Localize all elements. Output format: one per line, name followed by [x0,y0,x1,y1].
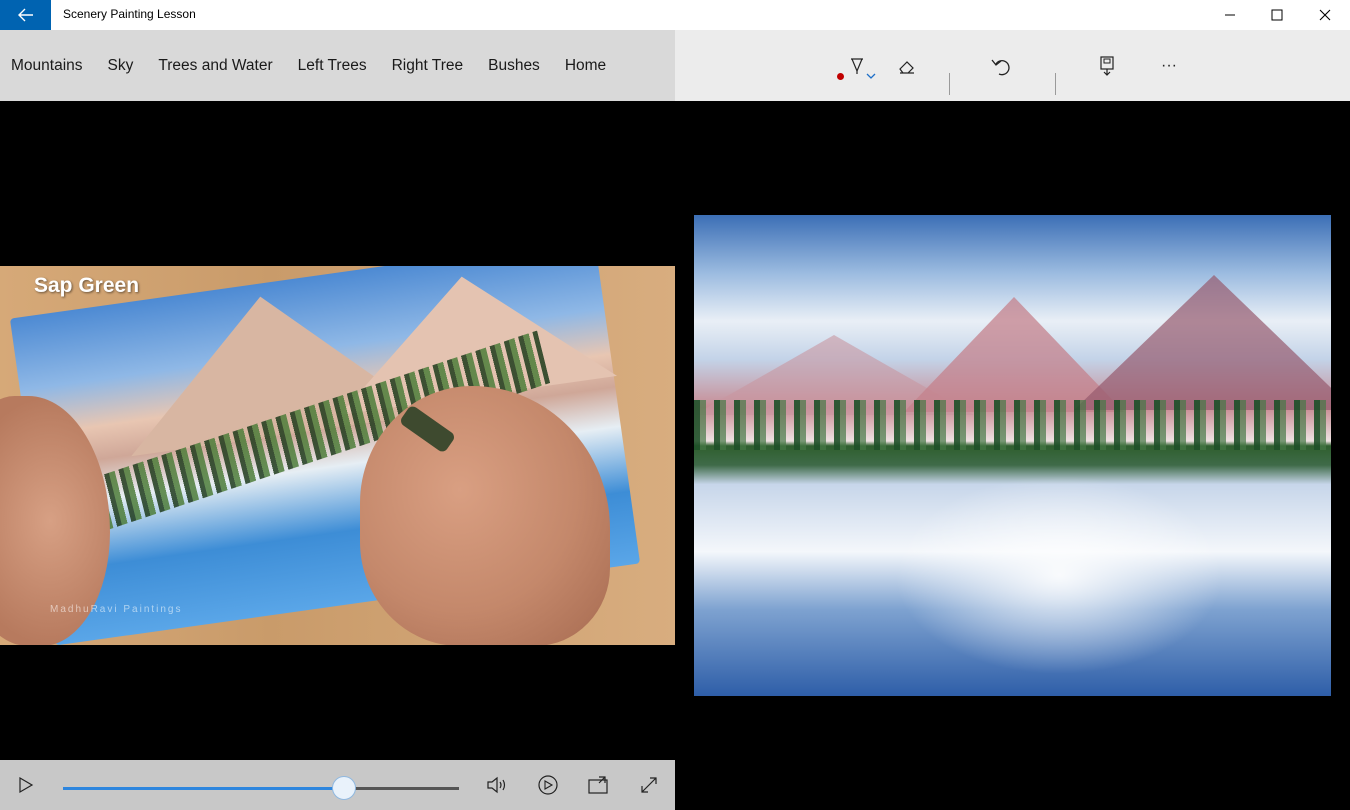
seek-bar-progress [63,787,345,790]
volume-icon [487,776,506,794]
lesson-video[interactable]: Sap Green MadhuRavi Paintings [0,266,675,645]
play-button[interactable] [4,760,48,810]
maximize-icon [1271,9,1283,21]
eraser-icon [899,60,914,74]
ink-toolbar: ··· [675,30,1350,101]
play-icon [19,776,34,794]
nav-item-left-trees[interactable]: Left Trees [298,57,367,75]
save-icon [1100,55,1114,76]
back-button[interactable] [0,0,51,30]
nav-item-home[interactable]: Home [565,57,606,75]
drawing-mountain [1074,275,1331,410]
more-button[interactable]: ··· [1149,30,1189,101]
close-icon [1319,9,1331,21]
toolbar-divider [1055,73,1056,95]
minimize-icon [1225,14,1235,16]
minimize-button[interactable] [1206,0,1254,30]
nav-item-mountains[interactable]: Mountains [11,57,83,75]
seek-bar-thumb[interactable] [332,776,357,800]
eraser-tool-button[interactable] [887,30,927,101]
maximize-button[interactable] [1253,0,1301,30]
full-screen-icon [641,777,657,793]
nav-item-right-tree[interactable]: Right Tree [392,57,464,75]
close-button[interactable] [1301,0,1349,30]
volume-button[interactable] [476,760,520,810]
cast-to-device-icon [588,776,608,794]
nav-item-bushes[interactable]: Bushes [488,57,540,75]
playback-rate-button[interactable] [526,760,570,810]
playback-speed-icon [538,775,558,795]
reference-drawing[interactable] [694,215,1331,696]
video-watermark: MadhuRavi Paintings [50,604,183,615]
pen-tool-button[interactable] [830,30,884,101]
title-bar: Scenery Painting Lesson [0,0,1350,30]
undo-button[interactable] [981,30,1021,101]
full-screen-button[interactable] [627,760,671,810]
nav-item-trees-and-water[interactable]: Trees and Water [158,57,272,75]
save-button[interactable] [1087,30,1127,101]
drawing-tree-line [694,400,1331,450]
toolbar-divider [949,73,950,95]
ballpoint-pen-icon [851,57,863,74]
seek-bar[interactable] [63,776,459,800]
chevron-down-icon[interactable] [866,73,876,81]
arrow-left-icon [17,8,33,22]
cast-button[interactable] [576,760,620,810]
undo-icon [991,59,1010,75]
drawing-water-reflection [894,475,1224,675]
app-title: Scenery Painting Lesson [63,7,196,21]
pen-color-swatch [837,73,844,80]
video-caption: Sap Green [34,274,140,297]
media-controls [0,760,675,810]
nav-item-sky[interactable]: Sky [108,57,134,75]
lesson-nav: Mountains Sky Trees and Water Left Trees… [0,30,675,101]
